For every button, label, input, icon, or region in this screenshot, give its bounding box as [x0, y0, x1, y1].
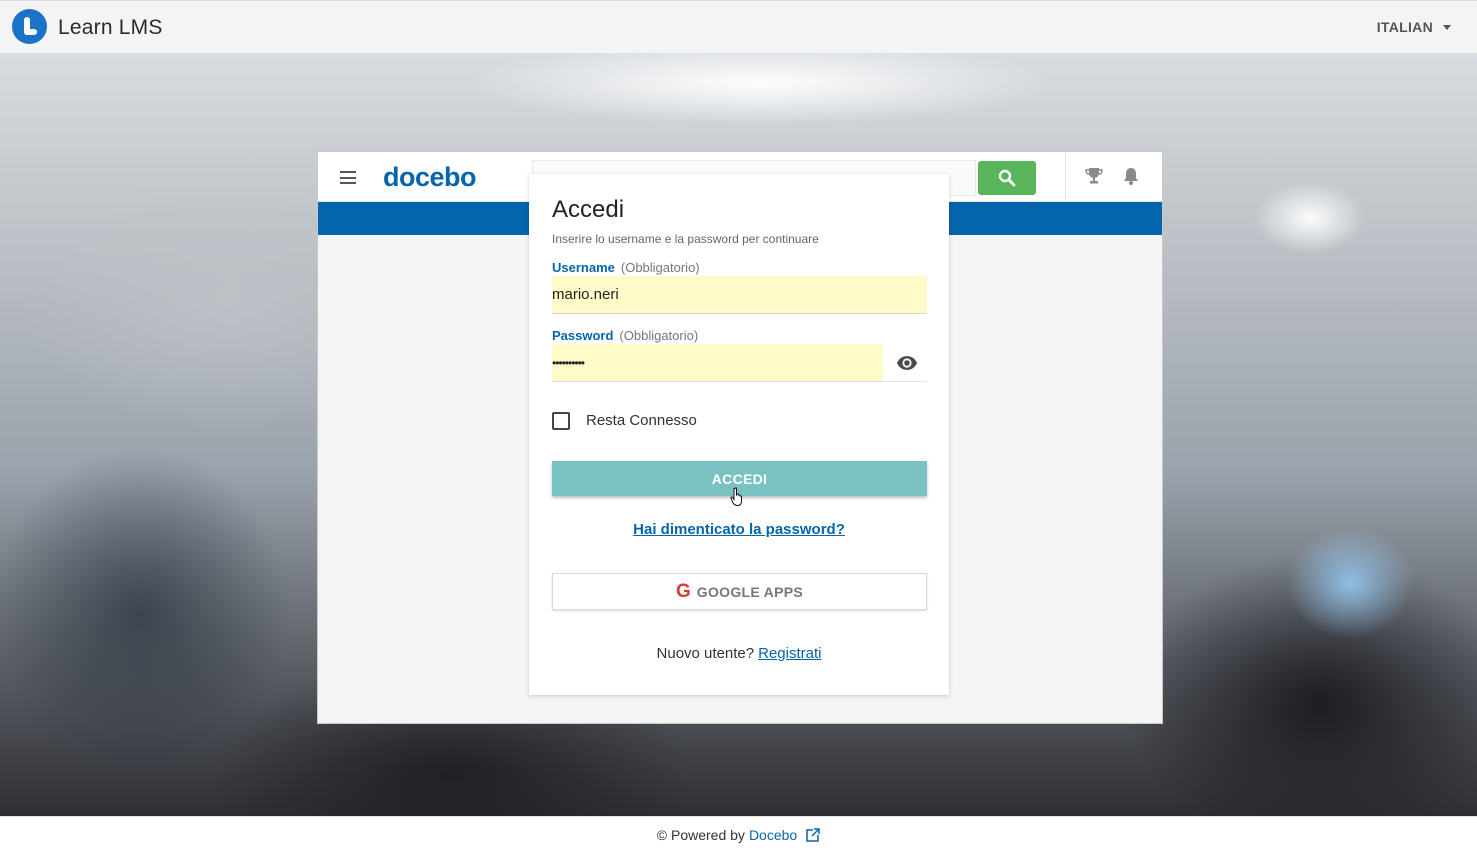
docebo-footer-link[interactable]: Docebo: [749, 827, 797, 843]
forgot-password-link[interactable]: Hai dimenticato la password?: [529, 521, 949, 538]
username-label-text: Username: [552, 260, 615, 275]
remember-label: Resta Connesso: [586, 412, 697, 429]
caret-down-icon: [1443, 24, 1451, 30]
footer: © Powered by Docebo: [0, 816, 1477, 852]
bell-icon: [1124, 168, 1138, 185]
password-required-text: (Obbligatorio): [619, 328, 699, 343]
eye-icon[interactable]: [896, 352, 918, 374]
footer-prefix: © Powered by: [656, 826, 745, 843]
password-label-text: Password: [552, 328, 614, 343]
new-user-row: Nuovo utente? Registrati: [529, 645, 949, 662]
brand-name: Learn LMS: [58, 16, 163, 39]
google-icon: G: [675, 580, 691, 602]
docebo-logo: docebo: [383, 162, 477, 192]
learn-lms-logo-icon: [12, 9, 47, 44]
top-bar: Learn LMS ITALIAN: [0, 0, 1477, 53]
language-selector[interactable]: ITALIAN: [1377, 19, 1451, 35]
username-label: Username (Obbligatorio): [552, 260, 700, 275]
password-underline: [882, 381, 927, 382]
frame-search-button: [978, 161, 1036, 195]
hand-cursor-icon: [730, 487, 742, 507]
password-input[interactable]: [552, 344, 883, 382]
username-input[interactable]: [552, 276, 927, 314]
login-title: Accedi: [552, 196, 625, 223]
external-link-icon[interactable]: [806, 827, 821, 842]
username-required-text: (Obbligatorio): [620, 260, 700, 275]
register-link[interactable]: Registrati: [758, 645, 821, 662]
password-label: Password (Obbligatorio): [552, 328, 698, 343]
remember-checkbox[interactable]: [552, 412, 570, 430]
language-label: ITALIAN: [1376, 19, 1433, 35]
new-user-text: Nuovo utente?: [656, 645, 755, 662]
google-apps-button[interactable]: G GOOGLE APPS: [552, 573, 927, 610]
login-subtitle: Inserire lo username e la password per c…: [552, 232, 819, 246]
google-apps-label: GOOGLE APPS: [696, 583, 804, 600]
trophy-icon: [1085, 168, 1103, 184]
login-card: Accedi Inserire lo username e la passwor…: [529, 174, 949, 695]
hamburger-icon: [340, 171, 356, 184]
frame-divider: [1065, 152, 1066, 202]
search-icon: [998, 169, 1016, 187]
